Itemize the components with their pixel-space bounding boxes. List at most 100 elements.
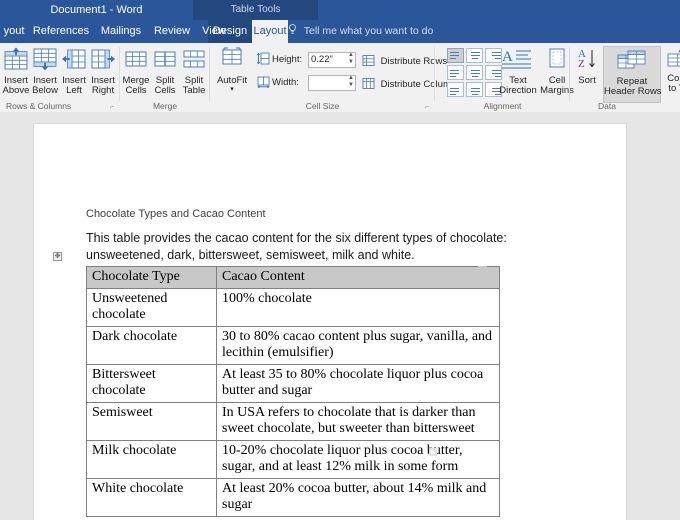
insert-left-label-2: Left (66, 85, 82, 96)
merge-cells-label-2: Cells (125, 85, 147, 96)
split-table-button[interactable]: Split Table (180, 47, 208, 96)
row-height-icon (256, 52, 270, 70)
table-move-handle-icon[interactable]: ✥ (53, 252, 62, 261)
svg-text:Z: Z (578, 58, 585, 70)
table-row[interactable]: Unsweetened chocolate 100% chocolate (86, 288, 500, 327)
text-direction-button[interactable]: A Text Direction (497, 47, 539, 96)
merge-cells-icon (122, 47, 150, 74)
insert-above-button[interactable]: Insert Above (2, 47, 30, 96)
group-label-alignment: Alignment (483, 101, 522, 111)
insert-row-below-icon (31, 47, 59, 74)
group-label-cell-size: Cell Size (305, 101, 340, 111)
insert-column-right-icon (89, 47, 117, 74)
cell-content[interactable]: 10-20% chocolate liquor plus cocoa butte… (216, 440, 500, 479)
insert-below-button[interactable]: Insert Below (31, 47, 59, 96)
word-window: Document1 - Word Table Tools yout Refere… (0, 0, 680, 520)
repeat-header-rows-icon (604, 50, 660, 75)
insert-right-button[interactable]: Insert Right (89, 47, 117, 96)
table-header-row[interactable]: Chocolate Type Cacao Content (86, 266, 500, 289)
convert-to-text-label-2: to Tex (668, 83, 680, 94)
repeat-header-rows-label-2: Header Rows (604, 86, 662, 97)
width-stepper[interactable]: ▲ ▼ (346, 75, 356, 91)
group-alignment: A Text Direction Cell Margins Alignment (435, 43, 574, 112)
rows-and-columns-dialog-launcher[interactable]: ⌐ (110, 104, 117, 111)
tab-design[interactable]: Design (208, 20, 252, 43)
convert-to-text-button[interactable]: Conve to Tex (662, 47, 680, 94)
sort-label: Sort (578, 75, 596, 86)
document-title: Document1 - Word (50, 4, 143, 16)
tab-review[interactable]: Review (148, 20, 196, 43)
tab-layout-main[interactable]: yout (0, 20, 28, 43)
group-label-data: Data (598, 101, 616, 111)
cell-type[interactable]: Semisweet (86, 402, 217, 441)
height-stepper[interactable]: ▲ ▼ (346, 52, 356, 68)
split-table-icon (180, 47, 208, 74)
split-table-label-2: Table (182, 85, 206, 96)
group-label-merge: Merge (152, 101, 178, 111)
autofit-dropdown-arrow[interactable]: ▾ (214, 86, 250, 94)
ribbon-tab-strip: yout References Mailings Review View Des… (0, 20, 680, 43)
table-row[interactable]: White chocolate At least 20% cocoa butte… (86, 478, 500, 517)
split-cells-label-2: Cells (154, 85, 176, 96)
autofit-icon (214, 47, 250, 74)
sort-az-icon: A Z (573, 47, 601, 74)
cell-type[interactable]: White chocolate (86, 478, 217, 517)
insert-left-button[interactable]: Insert Left (60, 47, 88, 96)
cell-content[interactable]: At least 35 to 80% chocolate liquor plus… (216, 364, 500, 403)
sort-button[interactable]: A Z Sort (573, 47, 601, 86)
cell-type[interactable]: Dark chocolate (86, 326, 217, 365)
tell-me-search[interactable]: Tell me what you want to do (288, 20, 433, 43)
group-rows-and-columns: Insert Above Insert Below Insert Left In… (0, 43, 120, 112)
tell-me-label: Tell me what you want to do (303, 25, 434, 37)
repeat-header-rows-button[interactable]: Repeat Header Rows (603, 46, 662, 103)
insert-right-label-2: Right (91, 85, 115, 96)
table-row[interactable]: Milk chocolate 10-20% chocolate liquor p… (86, 440, 500, 479)
contextual-tools-band: Table Tools (193, 0, 318, 20)
cell-type[interactable]: Bittersweet chocolate (86, 364, 217, 403)
cell-type[interactable]: Unsweetened chocolate (86, 288, 217, 327)
cell-content[interactable]: 30 to 80% cacao content plus sugar, vani… (216, 326, 500, 365)
ribbon: Insert Above Insert Below Insert Left In… (0, 43, 680, 113)
table-row[interactable]: Dark chocolate 30 to 80% cacao content p… (86, 326, 500, 365)
column-header-chocolate-type[interactable]: Chocolate Type (86, 266, 217, 289)
document-workspace[interactable]: Chocolate Types and Cacao Content This t… (0, 112, 680, 520)
width-label: Width: (272, 77, 299, 88)
autofit-button[interactable]: AutoFit ▾ (214, 47, 250, 94)
chocolate-table[interactable]: Chocolate Type Cacao Content Unsweetened… (86, 266, 500, 517)
title-bar: Document1 - Word Table Tools (0, 0, 680, 20)
table-tools-label: Table Tools (230, 4, 281, 15)
split-cells-button[interactable]: Split Cells (151, 47, 179, 96)
table-row[interactable]: Semisweet In USA refers to chocolate tha… (86, 402, 500, 441)
header-row-selection-overlay (478, 266, 487, 284)
cell-size-dialog-launcher[interactable]: ⌐ (425, 104, 432, 111)
cell-type[interactable]: Milk chocolate (86, 440, 217, 479)
tab-layout[interactable]: Layout (252, 20, 288, 43)
cell-content[interactable]: In USA refers to chocolate that is darke… (216, 402, 500, 441)
insert-below-label-2: Below (32, 85, 58, 96)
document-table-wrapper: Chocolate Type Cacao Content Unsweetened… (86, 266, 500, 517)
column-width-icon (257, 75, 270, 93)
text-direction-icon: A (497, 47, 539, 74)
svg-text:A: A (502, 49, 513, 65)
tab-references[interactable]: References (28, 20, 94, 43)
group-cell-size: AutoFit ▾ Height: 0.22" ▲ ▼ Width: ▲ ▼ D… (210, 43, 461, 112)
merge-cells-button[interactable]: Merge Cells (122, 47, 150, 96)
align-bottom-left-button[interactable] (447, 82, 464, 97)
align-center-left-button[interactable] (447, 65, 464, 80)
column-header-cacao-content[interactable]: Cacao Content (216, 266, 500, 289)
height-label: Height: (272, 54, 303, 65)
insert-row-above-icon (2, 47, 30, 74)
align-top-center-button[interactable] (466, 48, 483, 63)
document-heading: Chocolate Types and Cacao Content (86, 208, 266, 220)
group-label-rows-and-columns: Rows & Columns (6, 101, 72, 111)
align-bottom-center-button[interactable] (466, 82, 483, 97)
table-resize-handle-icon[interactable] (429, 448, 437, 456)
tab-mailings[interactable]: Mailings (94, 20, 148, 43)
table-row[interactable]: Bittersweet chocolate At least 35 to 80%… (86, 364, 500, 403)
distribute-columns-icon (362, 77, 375, 93)
document-page[interactable]: Chocolate Types and Cacao Content This t… (33, 123, 627, 520)
align-center-button[interactable] (466, 65, 483, 80)
cell-content[interactable]: 100% chocolate (216, 288, 500, 327)
align-top-left-button[interactable] (447, 48, 464, 63)
cell-content[interactable]: At least 20% cocoa butter, about 14% mil… (216, 478, 500, 517)
